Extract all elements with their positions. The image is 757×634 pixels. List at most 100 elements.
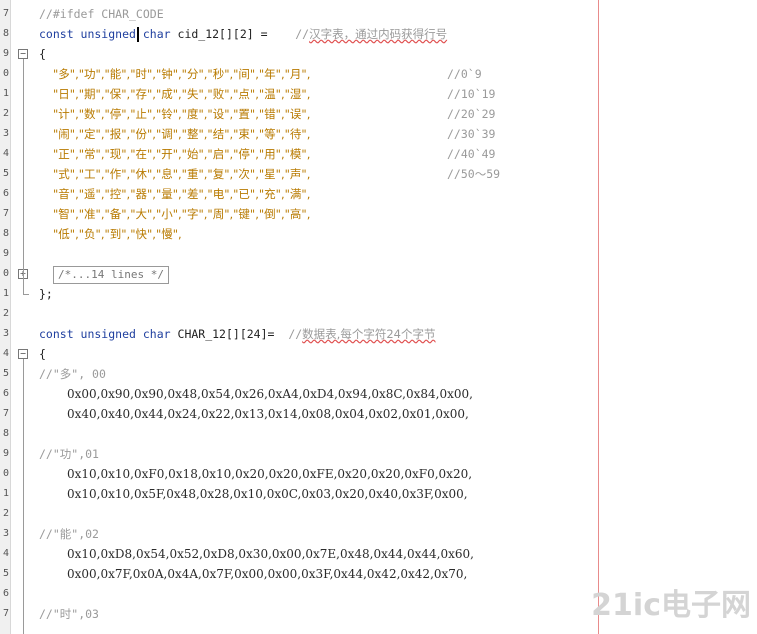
row-index-comment: //30`39 [447, 127, 496, 141]
keyword: const unsigned [39, 27, 136, 41]
line-number: 6 [2, 188, 9, 199]
line-number: 7 [2, 8, 9, 19]
char-string-row: "式","工","作","休","息","重","复","次","星","声", [53, 167, 311, 181]
line-number: 5 [2, 568, 9, 579]
comment-prefix: // [295, 27, 310, 41]
code-line[interactable]: 0 "多","功","能","时","钟","分","秒","间","年","月"… [0, 64, 757, 84]
comment-prefix: // [288, 327, 303, 341]
line-number: 9 [2, 448, 9, 459]
line-number: 3 [2, 328, 9, 339]
line-number: 4 [2, 548, 9, 559]
line-number: 3 [2, 528, 9, 539]
line-number: 2 [2, 308, 9, 319]
line-number: 5 [2, 368, 9, 379]
char-string-row: "计","数","停","止","铃","度","设","置","错","误", [53, 107, 311, 121]
code-line[interactable]: 8 "低","负","到","快","慢", [0, 224, 757, 244]
line-number: 8 [2, 28, 9, 39]
glyph-hex-row: 0x10,0x10,0x5F,0x48,0x28,0x10,0x0C,0x03,… [67, 487, 468, 501]
line-number: 9 [2, 48, 9, 59]
glyph-hex-row: 0x00,0x90,0x90,0x48,0x54,0x26,0xA4,0xD4,… [67, 387, 473, 401]
code-line[interactable]: 9 [0, 244, 757, 264]
code-line[interactable]: 1 0x10,0x10,0x5F,0x48,0x28,0x10,0x0C,0x03… [0, 484, 757, 504]
char-string-row: "多","功","能","时","钟","分","秒","间","年","月", [53, 67, 311, 81]
glyph-label-comment: //"多", 00 [39, 367, 106, 381]
type-keyword: char [142, 327, 171, 341]
type-keyword: char [142, 27, 171, 41]
code-line[interactable]: 0 /*...14 lines */ [0, 264, 757, 284]
code-line[interactable]: 2 [0, 304, 757, 324]
line-number: 3 [2, 128, 9, 139]
fold-guide [23, 59, 24, 294]
fold-end-marker [23, 294, 29, 295]
line-number: 2 [2, 108, 9, 119]
code-line[interactable]: 3 //"能",02 [0, 524, 757, 544]
code-line[interactable]: 9{ [0, 44, 757, 64]
collapsed-code-block[interactable]: /*...14 lines */ [53, 266, 169, 284]
line-number: 7 [2, 408, 9, 419]
char-string-row: "低","负","到","快","慢", [53, 227, 182, 241]
fold-guide [23, 359, 24, 634]
open-brace: { [39, 347, 46, 361]
line-number: 9 [2, 248, 9, 259]
line-number: 5 [2, 168, 9, 179]
char-string-row: "日","期","保","存","成","失","败","点","温","湿", [53, 87, 311, 101]
code-line[interactable]: 4 0x10,0xD8,0x54,0x52,0xD8,0x30,0x00,0x7E… [0, 544, 757, 564]
row-index-comment: //0`9 [447, 67, 482, 81]
glyph-hex-row: 0x00,0x7F,0x0A,0x4A,0x7F,0x00,0x00,0x3F,… [67, 567, 468, 581]
close-brace: }; [39, 287, 53, 301]
line-number: 1 [2, 488, 9, 499]
code-line[interactable]: 3 const unsigned char CHAR_12[][24]= //数据… [0, 324, 757, 344]
glyph-label-comment: //"能",02 [39, 527, 99, 541]
line-number: 6 [2, 388, 9, 399]
array-declaration: cid_12[][2] = [177, 27, 268, 41]
preprocessor-comment: //#ifdef CHAR_CODE [39, 7, 164, 21]
glyph-hex-row: 0x40,0x40,0x44,0x24,0x22,0x13,0x14,0x08,… [67, 407, 469, 421]
code-line[interactable]: 5 //"多", 00 [0, 364, 757, 384]
row-index-comment: //40`49 [447, 147, 496, 161]
row-index-comment: //10`19 [447, 87, 496, 101]
line-number: 0 [2, 68, 9, 79]
line-number: 7 [2, 208, 9, 219]
line-number: 1 [2, 88, 9, 99]
code-line[interactable]: 2 "计","数","停","止","铃","度","设","置","错","误"… [0, 104, 757, 124]
glyph-label-comment: //"时",03 [39, 607, 99, 621]
text-cursor [137, 27, 139, 42]
glyph-hex-row: 0x10,0xD8,0x54,0x52,0xD8,0x30,0x00,0x7E,… [67, 547, 474, 561]
line-number: 0 [2, 268, 9, 279]
code-line[interactable]: 7 //#ifdef CHAR_CODE [0, 4, 757, 24]
watermark-logo: 21ic电子网 [591, 588, 751, 623]
char-string-row: "智","准","备","大","小","字","周","键","倒","高", [53, 207, 311, 221]
code-line[interactable]: 4{ [0, 344, 757, 364]
line-number: 4 [2, 148, 9, 159]
line-number: 7 [2, 608, 9, 619]
code-line[interactable]: 7 "智","准","备","大","小","字","周","键","倒","高"… [0, 204, 757, 224]
code-line[interactable]: 5 "式","工","作","休","息","重","复","次","星","声"… [0, 164, 757, 184]
code-line[interactable]: 3 "闹","定","报","份","调","整","结","束","等","待"… [0, 124, 757, 144]
glyph-label-comment: //"功",01 [39, 447, 99, 461]
code-line[interactable]: 1 "日","期","保","存","成","失","败","点","温","湿"… [0, 84, 757, 104]
row-index-comment: //50～59 [447, 167, 501, 181]
fold-toggle-icon[interactable]: − [18, 349, 28, 359]
code-line[interactable]: 9 //"功",01 [0, 444, 757, 464]
line-number: 8 [2, 428, 9, 439]
code-line[interactable]: 2 [0, 504, 757, 524]
open-brace: { [39, 47, 46, 61]
glyph-hex-row: 0x10,0x10,0xF0,0x18,0x10,0x20,0x20,0xFE,… [67, 467, 473, 481]
line-number: 2 [2, 508, 9, 519]
code-line[interactable]: 0 0x10,0x10,0xF0,0x18,0x10,0x20,0x20,0xFE… [0, 464, 757, 484]
array-declaration: CHAR_12[][24]= [177, 327, 275, 341]
comment-text: 汉字表，通过内码获得行号 [309, 27, 448, 41]
code-line[interactable]: 6 0x00,0x90,0x90,0x48,0x54,0x26,0xA4,0xD4… [0, 384, 757, 404]
line-number: 6 [2, 588, 9, 599]
code-line[interactable]: 4 "正","常","现","在","开","始","启","停","用","模"… [0, 144, 757, 164]
code-line[interactable]: 6 "音","遥","控","器","量","差","电","已","充","满"… [0, 184, 757, 204]
code-line[interactable]: 1}; [0, 284, 757, 304]
line-number: 0 [2, 468, 9, 479]
char-string-row: "闹","定","报","份","调","整","结","束","等","待", [53, 127, 311, 141]
fold-toggle-icon[interactable]: − [18, 49, 28, 59]
char-string-row: "正","常","现","在","开","始","启","停","用","模", [53, 147, 311, 161]
code-line[interactable]: 7 0x40,0x40,0x44,0x24,0x22,0x13,0x14,0x08… [0, 404, 757, 424]
code-line[interactable]: 8 [0, 424, 757, 444]
code-line[interactable]: 8 const unsigned char cid_12[][2] = //汉字表… [0, 24, 757, 44]
line-number: 4 [2, 348, 9, 359]
